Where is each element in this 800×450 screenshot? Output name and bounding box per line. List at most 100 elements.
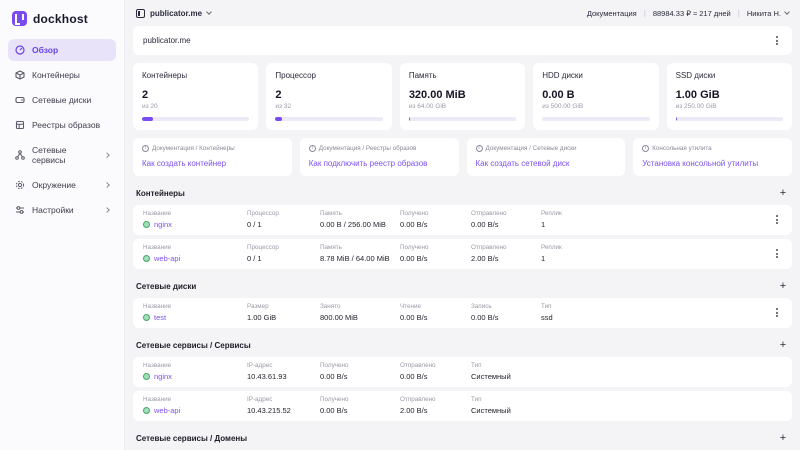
sidebar-item-network-services[interactable]: Сетевые сервисы	[8, 139, 116, 171]
project-title: publicator.me	[143, 36, 191, 45]
info-icon: i	[142, 145, 149, 152]
sidebar-item-label: Обзор	[32, 45, 58, 55]
main-content: publicator.me Документация | 88984.33 ₽ …	[125, 0, 800, 450]
add-domain-button[interactable]: +	[777, 432, 789, 444]
section-title: Сетевые диски	[136, 282, 196, 291]
stat-title: SSD диски	[676, 71, 783, 80]
divider: |	[644, 9, 646, 18]
stat-value: 2	[275, 89, 382, 101]
stat-quota: из 20	[142, 103, 249, 110]
add-disk-button[interactable]: +	[777, 280, 789, 292]
progress-bar	[142, 117, 249, 121]
stat-quota: из 64.00 GiB	[409, 103, 516, 110]
stat-card-containers: Контейнеры 2 из 20	[133, 63, 258, 130]
chevron-down-icon	[206, 9, 212, 15]
table-row[interactable]: Название web-api IP-адрес10.43.215.52 По…	[133, 391, 792, 421]
progress-bar	[275, 117, 382, 121]
sidebar-item-label: Окружение	[32, 180, 76, 190]
overview-icon	[15, 45, 25, 55]
stat-value: 320.00 MiB	[409, 89, 516, 101]
doc-cards-row: iДокументация / Контейнеры Как создать к…	[133, 138, 792, 176]
section-domains: Сетевые сервисы / Домены + Название api …	[133, 432, 792, 450]
progress-bar	[542, 117, 649, 121]
divider: |	[738, 9, 740, 18]
info-icon: i	[309, 145, 316, 152]
doc-link[interactable]: Как создать сетевой диск	[476, 159, 617, 168]
sidebar-item-settings[interactable]: Настройки	[8, 199, 116, 221]
settings-icon	[15, 205, 25, 215]
service-link[interactable]: nginx	[143, 372, 247, 381]
container-link[interactable]: nginx	[143, 220, 247, 229]
doc-card-cli: iКонсольная утилита Установка консольной…	[633, 138, 792, 176]
section-containers: Контейнеры + Название nginx Процессор0 /…	[133, 187, 792, 269]
stat-value: 0.00 B	[542, 89, 649, 101]
kebab-menu-icon[interactable]	[772, 213, 782, 226]
stats-row: Контейнеры 2 из 20 Процессор 2 из 32 Пам…	[133, 63, 792, 130]
sidebar-item-overview[interactable]: Обзор	[8, 39, 116, 61]
sidebar-item-network-disks[interactable]: Сетевые диски	[8, 89, 116, 111]
info-icon: i	[476, 145, 483, 152]
project-selector[interactable]: publicator.me	[136, 9, 211, 18]
chevron-down-icon	[784, 9, 790, 15]
add-service-button[interactable]: +	[777, 339, 789, 351]
status-running-icon	[143, 373, 150, 380]
section-network-services: Сетевые сервисы / Сервисы + Название ngi…	[133, 339, 792, 421]
table-row[interactable]: Название test Размер1.00 GiB Занято800.0…	[133, 298, 792, 328]
chevron-right-icon	[104, 182, 110, 188]
kebab-menu-icon[interactable]	[772, 34, 782, 47]
docs-link[interactable]: Документация	[587, 9, 637, 18]
doc-card-disks: iДокументация / Сетевые диски Как создат…	[467, 138, 626, 176]
status-running-icon	[143, 255, 150, 262]
progress-bar	[409, 117, 516, 121]
doc-link[interactable]: Установка консольной утилиты	[642, 159, 783, 168]
sidebar-item-image-registries[interactable]: Реестры образов	[8, 114, 116, 136]
stat-title: Память	[409, 71, 516, 80]
project-selector-label: publicator.me	[150, 9, 202, 18]
table-row[interactable]: Название nginx IP-адрес10.43.61.93 Получ…	[133, 357, 792, 387]
stat-card-ssd: SSD диски 1.00 GiB из 250.00 GiB	[667, 63, 792, 130]
brand: dockhost	[8, 9, 116, 39]
disk-link[interactable]: test	[143, 313, 247, 322]
stat-card-hdd: HDD диски 0.00 B из 500.00 GiB	[533, 63, 658, 130]
doc-link[interactable]: Как подключить реестр образов	[309, 159, 450, 168]
container-link[interactable]: web-api	[143, 254, 247, 263]
progress-bar	[676, 117, 783, 121]
doc-category: Документация / Контейнеры	[152, 145, 235, 152]
kebab-menu-icon[interactable]	[772, 247, 782, 260]
sidebar-item-label: Настройки	[32, 205, 74, 215]
user-name: Никита Н.	[747, 9, 781, 18]
kebab-menu-icon[interactable]	[772, 306, 782, 319]
project-icon	[136, 9, 145, 18]
stat-quota: из 250.00 GiB	[676, 103, 783, 110]
stat-value: 1.00 GiB	[676, 89, 783, 101]
sidebar-item-environment[interactable]: Окружение	[8, 174, 116, 196]
doc-link[interactable]: Как создать контейнер	[142, 159, 283, 168]
sidebar-item-label: Реестры образов	[32, 120, 100, 130]
services-icon	[15, 150, 25, 160]
chevron-right-icon	[104, 207, 110, 213]
containers-icon	[15, 70, 25, 80]
status-running-icon	[143, 407, 150, 414]
disks-icon	[15, 95, 25, 105]
balance-text: 88984.33 ₽ ≈ 217 дней	[653, 9, 731, 18]
doc-card-containers: iДокументация / Контейнеры Как создать к…	[133, 138, 292, 176]
sidebar-item-containers[interactable]: Контейнеры	[8, 64, 116, 86]
sidebar-item-label: Сетевые сервисы	[32, 145, 91, 165]
topbar: publicator.me Документация | 88984.33 ₽ …	[133, 0, 792, 26]
status-running-icon	[143, 221, 150, 228]
section-network-disks: Сетевые диски + Название test Размер1.00…	[133, 280, 792, 328]
stat-title: Процессор	[275, 71, 382, 80]
user-menu[interactable]: Никита Н.	[747, 9, 789, 18]
table-row[interactable]: Название web-api Процессор0 / 1 Память8.…	[133, 239, 792, 269]
doc-category: Документация / Сетевые диски	[486, 145, 577, 152]
add-container-button[interactable]: +	[777, 187, 789, 199]
table-row[interactable]: Название nginx Процессор0 / 1 Память0.00…	[133, 205, 792, 235]
stat-quota: из 32	[275, 103, 382, 110]
doc-category: Консольная утилита	[652, 145, 711, 152]
project-bar: publicator.me	[133, 26, 792, 55]
doc-card-registries: iДокументация / Реестры образов Как подк…	[300, 138, 459, 176]
service-link[interactable]: web-api	[143, 406, 247, 415]
sidebar-item-label: Контейнеры	[32, 70, 80, 80]
doc-category: Документация / Реестры образов	[319, 145, 417, 152]
stat-title: HDD диски	[542, 71, 649, 80]
